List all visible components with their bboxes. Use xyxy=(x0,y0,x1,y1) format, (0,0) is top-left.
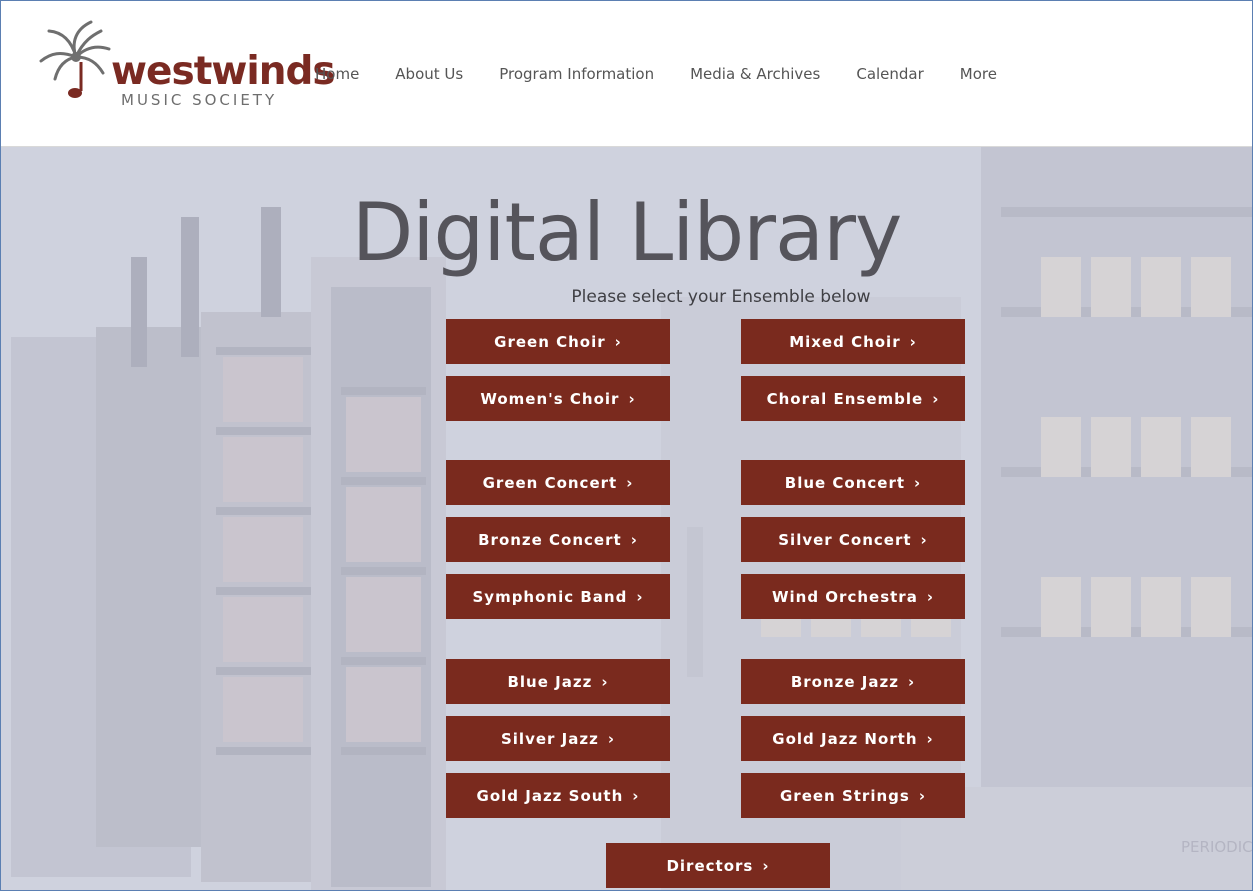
button-label: Gold Jazz South xyxy=(476,786,624,805)
nav-home[interactable]: Home xyxy=(315,65,359,83)
chevron-right-icon: › xyxy=(918,786,926,805)
symphonic-band-button[interactable]: Symphonic Band › xyxy=(446,574,670,619)
gold-jazz-north-button[interactable]: Gold Jazz North › xyxy=(741,716,965,761)
chevron-right-icon: › xyxy=(630,530,638,549)
browser-frame: westwinds MUSIC SOCIETY Home About Us Pr… xyxy=(0,0,1253,891)
mixed-choir-button[interactable]: Mixed Choir › xyxy=(741,319,965,364)
button-label: Bronze Concert xyxy=(478,530,622,549)
bronze-concert-button[interactable]: Bronze Concert › xyxy=(446,517,670,562)
nav-calendar[interactable]: Calendar xyxy=(856,65,923,83)
hero-section: PERIODIC Digital Library Please select y… xyxy=(1,147,1252,890)
logo-wordmark: westwinds xyxy=(111,49,336,94)
chevron-right-icon: › xyxy=(607,729,615,748)
nav-about-us[interactable]: About Us xyxy=(395,65,463,83)
button-label: Green Choir xyxy=(494,332,606,351)
page-subtitle: Please select your Ensemble below xyxy=(571,287,871,307)
chevron-right-icon: › xyxy=(632,786,640,805)
chevron-right-icon: › xyxy=(914,473,922,492)
chevron-right-icon: › xyxy=(614,332,622,351)
green-strings-button[interactable]: Green Strings › xyxy=(741,773,965,818)
silver-jazz-button[interactable]: Silver Jazz › xyxy=(446,716,670,761)
chevron-right-icon: › xyxy=(628,389,636,408)
button-label: Directors xyxy=(666,856,754,875)
sun-note-icon xyxy=(39,20,111,98)
chevron-right-icon: › xyxy=(907,672,916,691)
chevron-right-icon: › xyxy=(926,729,934,748)
main-nav: Home About Us Program Information Media … xyxy=(315,65,1033,83)
chevron-right-icon: › xyxy=(601,672,609,691)
chevron-right-icon: › xyxy=(926,587,935,606)
bronze-jazz-button[interactable]: Bronze Jazz › xyxy=(741,659,965,704)
blue-concert-button[interactable]: Blue Concert › xyxy=(741,460,965,505)
directors-button[interactable]: Directors › xyxy=(606,843,830,888)
button-label: Silver Concert xyxy=(778,530,912,549)
button-label: Blue Jazz xyxy=(507,672,593,691)
button-label: Green Concert xyxy=(482,473,618,492)
nav-media-archives[interactable]: Media & Archives xyxy=(690,65,820,83)
chevron-right-icon: › xyxy=(636,587,644,606)
gold-jazz-south-button[interactable]: Gold Jazz South › xyxy=(446,773,670,818)
button-label: Symphonic Band xyxy=(472,587,628,606)
nav-more[interactable]: More xyxy=(960,65,997,83)
chevron-right-icon: › xyxy=(626,473,634,492)
button-label: Choral Ensemble xyxy=(766,389,924,408)
button-label: Mixed Choir xyxy=(789,332,901,351)
button-label: Women's Choir xyxy=(480,389,620,408)
button-label: Gold Jazz North xyxy=(772,729,918,748)
page-title: Digital Library xyxy=(351,186,903,279)
button-label: Blue Concert xyxy=(784,473,906,492)
chevron-right-icon: › xyxy=(909,332,917,351)
chevron-right-icon: › xyxy=(920,530,928,549)
green-choir-button[interactable]: Green Choir › xyxy=(446,319,670,364)
button-label: Silver Jazz xyxy=(500,729,599,748)
nav-program-information[interactable]: Program Information xyxy=(499,65,654,83)
site-header: westwinds MUSIC SOCIETY Home About Us Pr… xyxy=(1,1,1252,147)
wind-orchestra-button[interactable]: Wind Orchestra › xyxy=(741,574,965,619)
logo-subtitle: MUSIC SOCIETY xyxy=(121,91,278,109)
button-label: Wind Orchestra xyxy=(771,587,918,606)
blue-jazz-button[interactable]: Blue Jazz › xyxy=(446,659,670,704)
green-concert-button[interactable]: Green Concert › xyxy=(446,460,670,505)
site-logo[interactable]: westwinds MUSIC SOCIETY xyxy=(31,17,336,117)
silver-concert-button[interactable]: Silver Concert › xyxy=(741,517,965,562)
choral-ensemble-button[interactable]: Choral Ensemble › xyxy=(741,376,965,421)
button-label: Green Strings xyxy=(779,786,910,805)
chevron-right-icon: › xyxy=(932,389,940,408)
chevron-right-icon: › xyxy=(762,856,770,875)
button-label: Bronze Jazz xyxy=(790,672,899,691)
womens-choir-button[interactable]: Women's Choir › xyxy=(446,376,670,421)
